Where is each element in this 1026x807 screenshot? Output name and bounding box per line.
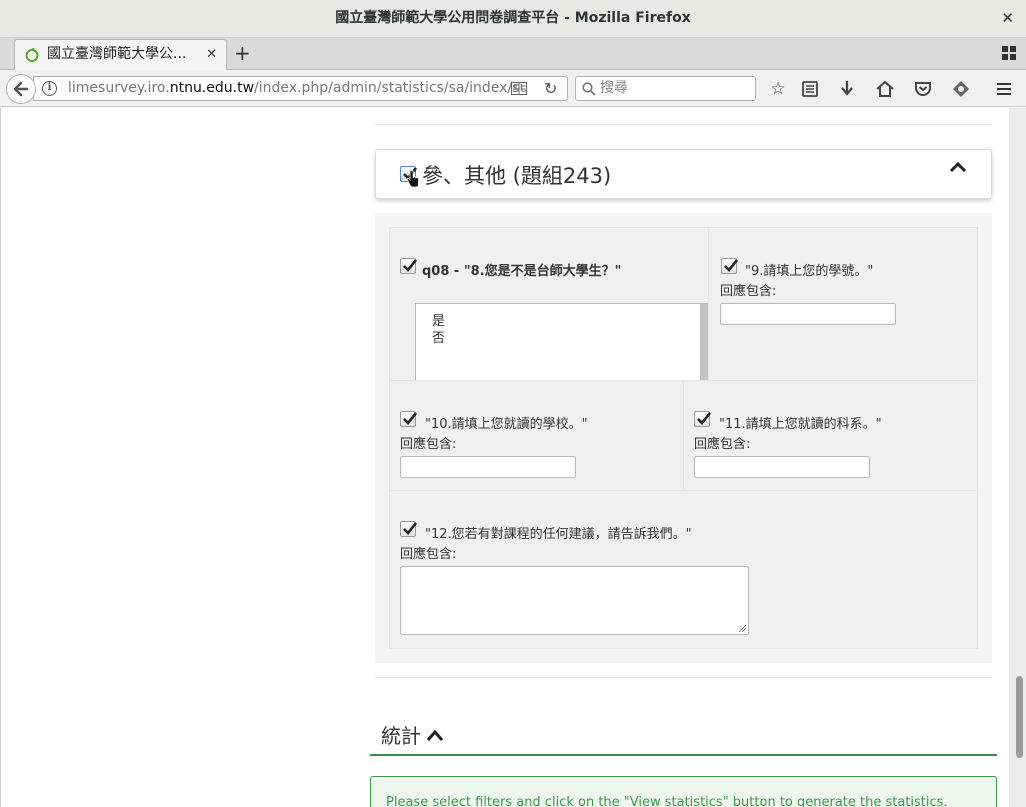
statistics-heading: 統計 bbox=[381, 724, 421, 748]
reader-view-icon[interactable] bbox=[511, 82, 527, 96]
star-icon[interactable]: ☆ bbox=[768, 79, 788, 99]
response-filter-input-9[interactable] bbox=[720, 303, 896, 325]
question-label-10: "10.請填上您就讀的學校。" bbox=[425, 417, 588, 432]
checkmark-icon bbox=[403, 259, 418, 272]
answer-listbox-q08[interactable]: 是 否 bbox=[415, 303, 713, 385]
question-cell-10: "10.請填上您就讀的學校。" 回應包含: bbox=[389, 380, 684, 491]
left-divider bbox=[0, 108, 1, 807]
response-contains-label: 回應包含: bbox=[400, 547, 457, 562]
window-close-icon[interactable]: ✕ bbox=[1001, 0, 1014, 37]
question-checkbox-11[interactable] bbox=[694, 411, 712, 427]
scrollbar-thumb[interactable] bbox=[1016, 676, 1023, 758]
response-filter-input-10[interactable] bbox=[400, 456, 576, 478]
url-text: limesurvey.iro.ntnu.edu.tw/index.php/adm… bbox=[68, 80, 529, 96]
checkmark-icon bbox=[403, 412, 418, 425]
tab-list-icon[interactable] bbox=[1002, 46, 1016, 60]
answer-option[interactable]: 否 bbox=[432, 327, 445, 346]
hamburger-menu-icon[interactable] bbox=[994, 79, 1014, 99]
page-scrollbar[interactable] bbox=[1013, 108, 1026, 807]
reload-icon[interactable]: ↻ bbox=[544, 77, 557, 100]
back-button[interactable] bbox=[6, 74, 36, 104]
download-arrow-icon[interactable] bbox=[837, 79, 857, 99]
chevron-up-icon[interactable] bbox=[949, 158, 967, 176]
pocket-icon[interactable] bbox=[913, 79, 933, 99]
resize-grip-icon[interactable] bbox=[738, 624, 746, 632]
question-cell-9: "9.請填上您的學號。" 回應包含: bbox=[708, 227, 978, 381]
question-cell-11: "11.請填上您就讀的科系。" 回應包含: bbox=[683, 380, 978, 491]
statistics-info-alert: Please select filters and click on the "… bbox=[370, 776, 997, 807]
extension-icon[interactable] bbox=[951, 79, 971, 99]
group-title: 參、其他 (題組243) bbox=[422, 164, 612, 188]
back-arrow-icon bbox=[13, 81, 29, 97]
tab-strip: 國立臺灣師範大學公... ✕ + bbox=[0, 38, 1026, 70]
checkmark-icon bbox=[403, 522, 418, 535]
checkmark-icon bbox=[697, 412, 712, 425]
tab-title: 國立臺灣師範大學公... bbox=[47, 46, 187, 62]
question-label-9: "9.請填上您的學號。" bbox=[745, 264, 874, 279]
home-icon[interactable] bbox=[875, 79, 895, 99]
search-placeholder: 搜尋 bbox=[600, 80, 628, 96]
response-contains-label: 回應包含: bbox=[720, 284, 777, 299]
alert-message: Please select filters and click on the "… bbox=[386, 795, 948, 807]
question-filter-grid: q08 - "8.您是不是台師大學生？" 是 否 "9.請填上您的學號。" 回應… bbox=[375, 213, 992, 663]
tab-close-icon[interactable]: ✕ bbox=[206, 40, 217, 69]
section-divider bbox=[375, 677, 992, 678]
question-label-12: "12.您若有對課程的任何建議，請告訴我們。" bbox=[425, 527, 692, 542]
response-contains-label: 回應包含: bbox=[694, 437, 751, 452]
response-contains-label: 回應包含: bbox=[400, 437, 457, 452]
hand-cursor-icon bbox=[406, 170, 419, 188]
window-title: 國立臺灣師範大學公用問卷調查平台 - Mozilla Firefox bbox=[335, 10, 691, 26]
question-label-q08: q08 - "8.您是不是台師大學生？" bbox=[422, 264, 622, 279]
question-cell-12: "12.您若有對課程的任何建議，請告訴我們。" 回應包含: bbox=[389, 490, 978, 649]
info-icon[interactable]: i bbox=[42, 81, 57, 96]
url-bar[interactable]: i limesurvey.iro.ntnu.edu.tw/index.php/a… bbox=[33, 76, 568, 101]
question-cell-q08: q08 - "8.您是不是台師大學生？" 是 否 bbox=[389, 227, 713, 385]
chevron-up-icon[interactable] bbox=[426, 728, 444, 742]
question-checkbox-q08[interactable] bbox=[400, 258, 418, 274]
question-label-11: "11.請填上您就讀的科系。" bbox=[719, 417, 882, 432]
search-input[interactable]: 搜尋 bbox=[575, 76, 756, 101]
response-filter-input-11[interactable] bbox=[694, 456, 870, 478]
navigation-toolbar: i limesurvey.iro.ntnu.edu.tw/index.php/a… bbox=[0, 70, 1026, 107]
question-checkbox-9[interactable] bbox=[721, 258, 739, 274]
library-icon[interactable] bbox=[800, 79, 820, 99]
response-filter-textarea-12[interactable] bbox=[400, 566, 749, 635]
window-titlebar: 國立臺灣師範大學公用問卷調查平台 - Mozilla Firefox ✕ bbox=[0, 0, 1026, 38]
question-checkbox-12[interactable] bbox=[400, 521, 418, 537]
limesurvey-favicon-icon bbox=[25, 48, 39, 62]
checkmark-icon bbox=[724, 259, 739, 272]
search-icon bbox=[582, 82, 596, 96]
browser-tab[interactable]: 國立臺灣師範大學公... ✕ bbox=[14, 39, 227, 70]
statistics-underline bbox=[370, 754, 997, 756]
question-checkbox-10[interactable] bbox=[400, 411, 418, 427]
page-content: 參、其他 (題組243) q08 - "8.您是不是台師大學生？" 是 否 "9… bbox=[0, 108, 1013, 807]
new-tab-icon[interactable]: + bbox=[234, 41, 251, 65]
section-divider bbox=[375, 124, 992, 125]
question-group-header[interactable]: 參、其他 (題組243) bbox=[375, 149, 992, 199]
